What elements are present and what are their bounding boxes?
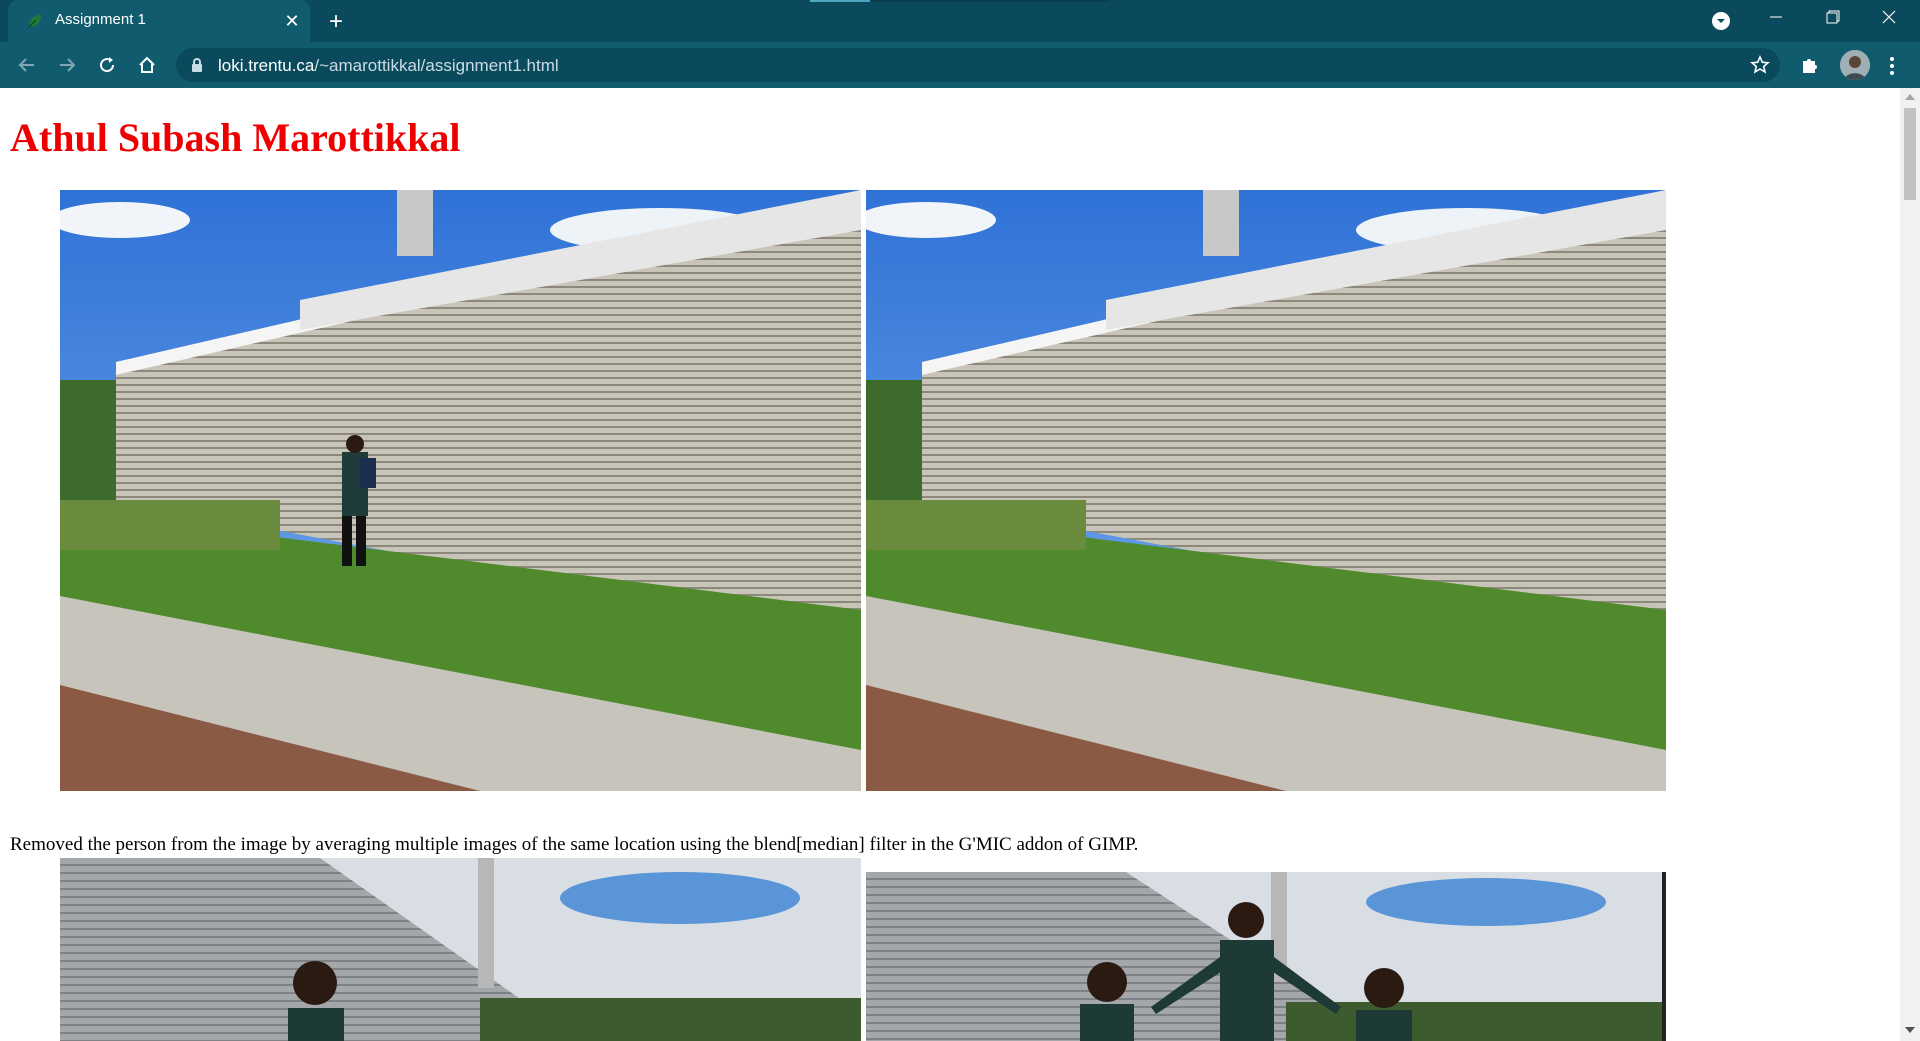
reload-icon[interactable] [92,50,122,80]
close-window-icon[interactable] [1862,0,1918,36]
lock-icon[interactable] [190,57,204,73]
new-tab-icon[interactable]: + [322,8,350,36]
avatar-icon [1840,50,1870,80]
url-text[interactable]: loki.trentu.ca/~amarottikkal/assignment1… [218,56,559,76]
tab-search-icon[interactable] [1710,10,1732,32]
photo-wall-with-person [60,190,861,791]
tab-strip-indicator-track [870,0,1110,2]
tab-title: Assignment 1 [55,11,146,28]
profile-avatar[interactable] [1840,50,1870,80]
photo-wall-person-removed [866,190,1666,791]
three-persons-image [866,872,1666,1041]
tab-strip-indicator [810,0,870,2]
kebab-menu-icon[interactable] [1886,54,1898,78]
scrollbar-thumb[interactable] [1904,108,1916,200]
photo-single-person [60,858,861,1041]
forward-arrow-icon[interactable] [52,50,82,80]
close-tab-icon[interactable]: ✕ [280,9,304,33]
web-page: Athul Subash Marottikkal Removed the per… [0,88,1900,1041]
page-heading: Athul Subash Marottikkal [10,115,461,160]
url-path: /~amarottikkal/assignment1.html [314,56,559,75]
single-person-image [60,858,861,1041]
image-caption: Removed the person from the image by ave… [10,834,1139,855]
page-scrollbar[interactable] [1900,88,1920,1041]
bookmark-star-icon[interactable] [1750,55,1770,75]
leaf-favicon-icon [28,15,41,28]
scroll-down-arrow-icon[interactable] [1905,1026,1915,1034]
url-host: loki.trentu.ca [218,56,315,75]
home-icon[interactable] [132,50,162,80]
address-bar[interactable]: loki.trentu.ca/~amarottikkal/assignment1… [176,48,1780,82]
extensions-puzzle-icon[interactable] [1800,54,1822,76]
back-arrow-icon[interactable] [12,50,42,80]
restore-icon[interactable] [1806,0,1862,36]
minimize-icon[interactable] [1749,0,1805,36]
title-bar: Assignment 1 ✕ + [0,0,1920,42]
scroll-up-arrow-icon[interactable] [1905,93,1915,101]
photo-three-persons [866,872,1666,1041]
wall-with-person-image [60,190,861,791]
tab-assignment-1[interactable]: Assignment 1 ✕ [8,0,310,42]
browser-toolbar: loki.trentu.ca/~amarottikkal/assignment1… [0,42,1920,88]
wall-person-removed-image [866,190,1666,791]
